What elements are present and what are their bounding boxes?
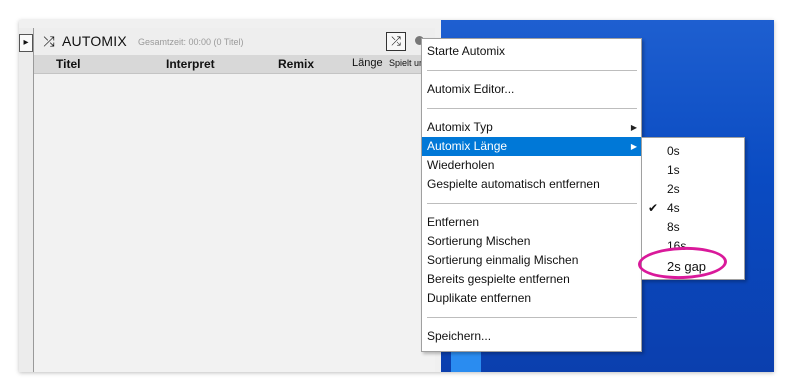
- menu-separator: [427, 317, 637, 318]
- submenu-item-1s[interactable]: 1s: [642, 161, 744, 180]
- checkmark-icon: ✔: [648, 201, 659, 215]
- menu-item-repeat[interactable]: Wiederholen: [422, 156, 641, 175]
- total-time-info: Gesamtzeit: 00:00 (0 Titel): [138, 37, 244, 47]
- panel-header: ⤮ AUTOMIX Gesamtzeit: 00:00 (0 Titel) ⤮: [34, 28, 435, 55]
- column-header-remix[interactable]: Remix: [278, 57, 314, 71]
- column-header-row: Titel Interpret Remix Länge Spielt um: [34, 55, 435, 74]
- column-header-artist[interactable]: Interpret: [166, 57, 215, 71]
- track-list[interactable]: [34, 74, 435, 372]
- menu-item-auto-remove-played[interactable]: Gespielte automatisch entfernen: [422, 175, 641, 194]
- context-menu: Starte Automix Automix Editor... Automix…: [421, 38, 642, 352]
- shuffle-icon: ⤮: [43, 33, 55, 49]
- submenu-item-0s[interactable]: 0s: [642, 142, 744, 161]
- menu-item-shuffle-sort[interactable]: Sortierung Mischen: [422, 232, 641, 251]
- submenu-item-2s[interactable]: 2s: [642, 180, 744, 199]
- app-window: ▸ ⤮ AUTOMIX Gesamtzeit: 00:00 (0 Titel) …: [19, 20, 774, 372]
- menu-item-remove-duplicates[interactable]: Duplikate entfernen: [422, 289, 641, 308]
- menu-item-automix-length[interactable]: Automix Länge ▶: [422, 137, 641, 156]
- menu-separator: [427, 203, 637, 204]
- submenu-item-4s[interactable]: ✔ 4s: [642, 199, 744, 218]
- menu-item-automix-editor[interactable]: Automix Editor...: [422, 80, 641, 99]
- menu-item-start-automix[interactable]: Starte Automix: [422, 42, 641, 61]
- column-header-length[interactable]: Länge: [352, 57, 383, 69]
- menu-item-save[interactable]: Speichern...: [422, 327, 641, 346]
- menu-item-remove[interactable]: Entfernen: [422, 213, 641, 232]
- shuffle-button[interactable]: ⤮: [386, 32, 406, 51]
- menu-item-automix-type[interactable]: Automix Typ ▶: [422, 118, 641, 137]
- menu-separator: [427, 108, 637, 109]
- menu-item-shuffle-sort-once[interactable]: Sortierung einmalig Mischen: [422, 251, 641, 270]
- menu-separator: [427, 70, 637, 71]
- collapse-arrow-icon[interactable]: ▸: [19, 34, 33, 52]
- menu-item-remove-already-played[interactable]: Bereits gespielte entfernen: [422, 270, 641, 289]
- automix-panel: ⤮ AUTOMIX Gesamtzeit: 00:00 (0 Titel) ⤮ …: [33, 28, 435, 372]
- panel-title: AUTOMIX: [62, 33, 127, 49]
- submenu-arrow-icon: ▶: [630, 123, 637, 132]
- column-header-title[interactable]: Titel: [56, 57, 80, 71]
- submenu-item-8s[interactable]: 8s: [642, 218, 744, 237]
- submenu-arrow-icon: ▶: [630, 142, 637, 151]
- left-pane-edge: ▸: [19, 28, 34, 372]
